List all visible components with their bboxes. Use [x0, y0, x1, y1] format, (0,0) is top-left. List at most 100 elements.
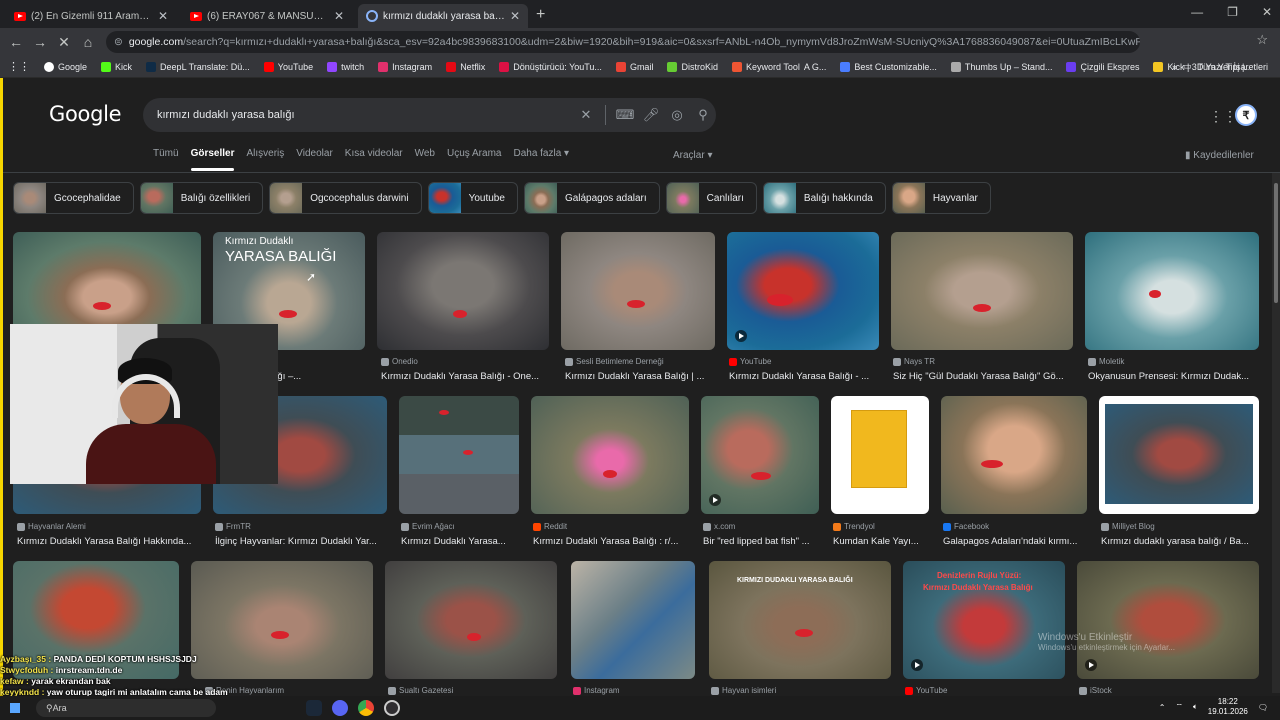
bookmark-converter[interactable]: Dönüştürücü: YouTu...: [499, 61, 602, 72]
restore-icon[interactable]: ❐: [1227, 5, 1238, 19]
image-caption[interactable]: Sesli Betimleme Derneği Kırmızı Dudaklı Y…: [565, 357, 715, 382]
clock[interactable]: 18:22 19.01.2026: [1208, 697, 1248, 717]
tab-short-videos[interactable]: Kısa videolar: [345, 148, 415, 159]
tab-videos[interactable]: Videolar: [296, 148, 345, 159]
bookmark-twitch[interactable]: twitch: [327, 61, 364, 72]
chip[interactable]: Hayvanlar: [891, 182, 991, 214]
obs-icon[interactable]: [384, 700, 400, 716]
close-icon[interactable]: ✕: [510, 9, 520, 23]
star-icon[interactable]: ☆: [1256, 32, 1268, 48]
new-tab-button[interactable]: +: [536, 4, 545, 28]
bookmark-netflix[interactable]: Netflix: [446, 61, 485, 72]
search-box[interactable]: kırmızı dudaklı yarasa balığı ✕ ⌨ 🎤︎ ◎ ⚲: [143, 98, 716, 132]
chip[interactable]: Ogcocephalus darwini: [269, 182, 422, 214]
site-info-icon[interactable]: ⊜: [114, 36, 123, 48]
keyboard-icon[interactable]: ⌨: [612, 107, 638, 123]
tab-web[interactable]: Web: [415, 148, 447, 159]
clear-icon[interactable]: ✕: [573, 107, 599, 123]
avatar[interactable]: ₹: [1235, 104, 1257, 126]
chevron-right-icon[interactable]: »: [1172, 62, 1177, 72]
image-result[interactable]: [561, 232, 715, 350]
image-caption[interactable]: iStock: [1079, 686, 1239, 695]
bookmark-cizgili[interactable]: Çizgili Ekspres: [1066, 61, 1139, 72]
volume-icon[interactable]: 🔈︎: [1193, 702, 1198, 712]
back-icon[interactable]: ←: [4, 34, 28, 50]
tab-youtube-1[interactable]: (2) En Gizemli 911 Aramasını Ar ✕: [6, 4, 176, 28]
apps-grid-icon[interactable]: ⋮⋮: [8, 60, 30, 73]
chip[interactable]: Galápagos adaları: [523, 182, 660, 214]
discord-icon[interactable]: [332, 700, 348, 716]
steam-icon[interactable]: [306, 700, 322, 716]
close-icon[interactable]: ✕: [334, 9, 344, 23]
chip[interactable]: Gcocephalidae: [13, 182, 134, 214]
saved-button[interactable]: ▮ Kaydedilenler: [1185, 150, 1254, 161]
windows-start-icon[interactable]: [10, 703, 20, 713]
image-result[interactable]: KIRMIZI DUDAKLI YARASA BALIĞI: [709, 561, 891, 679]
address-bar[interactable]: ⊜ google.com/search?q=kırmızı+dudaklı+ya…: [106, 31, 1140, 53]
bookmark-google[interactable]: Google: [44, 61, 87, 72]
image-result[interactable]: [1077, 561, 1259, 679]
image-caption[interactable]: Trendyol Kumdan Kale Yayı...: [833, 522, 929, 547]
chip[interactable]: Balığı hakkında: [762, 182, 886, 214]
close-window-icon[interactable]: ✕: [1262, 5, 1272, 19]
chrome-icon[interactable]: [358, 700, 374, 716]
chip[interactable]: Canlıları: [665, 182, 757, 214]
bookmark-youtube[interactable]: YouTube: [263, 61, 313, 72]
forward-icon[interactable]: →: [28, 34, 52, 50]
image-caption[interactable]: Facebook Galapagos Adaları'ndaki kırmı...: [943, 522, 1087, 547]
image-caption[interactable]: YouTube Kırmızı Dudaklı Yarasa Balığı - .…: [729, 357, 879, 382]
bookmark-thumbs-up[interactable]: Thumbs Up – Stand...: [950, 61, 1052, 72]
bookmark-gmail[interactable]: Gmail: [615, 61, 653, 72]
image-caption[interactable]: Reddit Kırmızı Dudaklı Yarasa Balığı : r/…: [533, 522, 689, 547]
image-result[interactable]: [385, 561, 557, 679]
microphone-icon[interactable]: 🎤︎: [638, 107, 664, 123]
stop-icon[interactable]: ✕: [52, 34, 76, 51]
tab-images[interactable]: Görseller: [190, 148, 247, 171]
image-result[interactable]: Denizlerin Rujlu Yüzü: Kırmızı Dudaklı Ya…: [903, 561, 1065, 679]
bookmark-deepl[interactable]: DeepL Translate: Dü...: [146, 61, 250, 72]
image-caption[interactable]: Instagram: [573, 686, 693, 695]
minimize-icon[interactable]: —: [1191, 5, 1203, 19]
chevron-up-icon[interactable]: ⌃: [1159, 703, 1166, 712]
notification-icon[interactable]: 🗨︎: [1258, 703, 1268, 712]
image-result[interactable]: [891, 232, 1073, 350]
tab-youtube-2[interactable]: (6) ERAY067 & MANSUR - C ✕: [182, 4, 352, 28]
bookmark-keyword-tool[interactable]: Keyword Tool A G...: [731, 61, 826, 72]
chip[interactable]: Youtube: [427, 182, 518, 214]
google-logo[interactable]: Google: [49, 102, 122, 126]
image-caption[interactable]: Milliyet Blog Kırmızı dudaklı yarasa balı…: [1101, 522, 1259, 547]
tab-more[interactable]: Daha fazla ▾: [513, 148, 581, 159]
image-result[interactable]: [701, 396, 819, 514]
image-result[interactable]: [1099, 396, 1259, 514]
image-caption[interactable]: Nays TR Siz Hiç "Gül Dudaklı Yarasa Balığ…: [893, 357, 1073, 382]
image-caption[interactable]: YouTube: [905, 686, 1065, 695]
close-icon[interactable]: ✕: [158, 9, 168, 23]
image-result[interactable]: [377, 232, 549, 350]
image-result[interactable]: [399, 396, 519, 514]
image-result[interactable]: [531, 396, 689, 514]
image-result[interactable]: [1085, 232, 1259, 350]
bookmark-best-customizable[interactable]: Best Customizable...: [840, 61, 937, 72]
tools-button[interactable]: Araçlar ▾: [673, 150, 712, 161]
image-result[interactable]: [941, 396, 1087, 514]
image-caption[interactable]: Evrim Ağacı Kırmızı Dudaklı Yarasa...: [401, 522, 519, 547]
tab-all[interactable]: Tümü: [153, 148, 191, 159]
google-apps-icon[interactable]: ⋮⋮: [1209, 108, 1237, 125]
scrollbar[interactable]: [1272, 173, 1280, 693]
image-caption[interactable]: x.com Bir "red lipped bat fish" ...: [703, 522, 819, 547]
lens-icon[interactable]: ◎: [664, 107, 690, 123]
image-caption[interactable]: Hayvan isimleri: [711, 686, 871, 695]
taskbar-search[interactable]: ⚲ Ara: [36, 699, 216, 717]
image-caption[interactable]: Moletik Okyanusun Prensesi: Kırmızı Dudak…: [1088, 357, 1259, 382]
image-caption[interactable]: FrmTR İlginç Hayvanlar: Kırmızı Dudaklı Y…: [215, 522, 387, 547]
tab-shopping[interactable]: Alışveriş: [246, 148, 296, 159]
bookmark-kick[interactable]: Kick: [101, 61, 132, 72]
tab-google[interactable]: kırmızı dudaklı yarasa balığı - G ✕: [358, 4, 528, 28]
scrollbar-thumb[interactable]: [1274, 183, 1278, 303]
image-result[interactable]: [831, 396, 929, 514]
search-icon[interactable]: ⚲: [690, 107, 716, 123]
bookmark-instagram[interactable]: Instagram: [378, 61, 432, 72]
tab-flights[interactable]: Uçuş Arama: [447, 148, 513, 159]
bookmark-distrokid[interactable]: DistroKid: [667, 61, 718, 72]
chip[interactable]: Balığı özellikleri: [139, 182, 264, 214]
